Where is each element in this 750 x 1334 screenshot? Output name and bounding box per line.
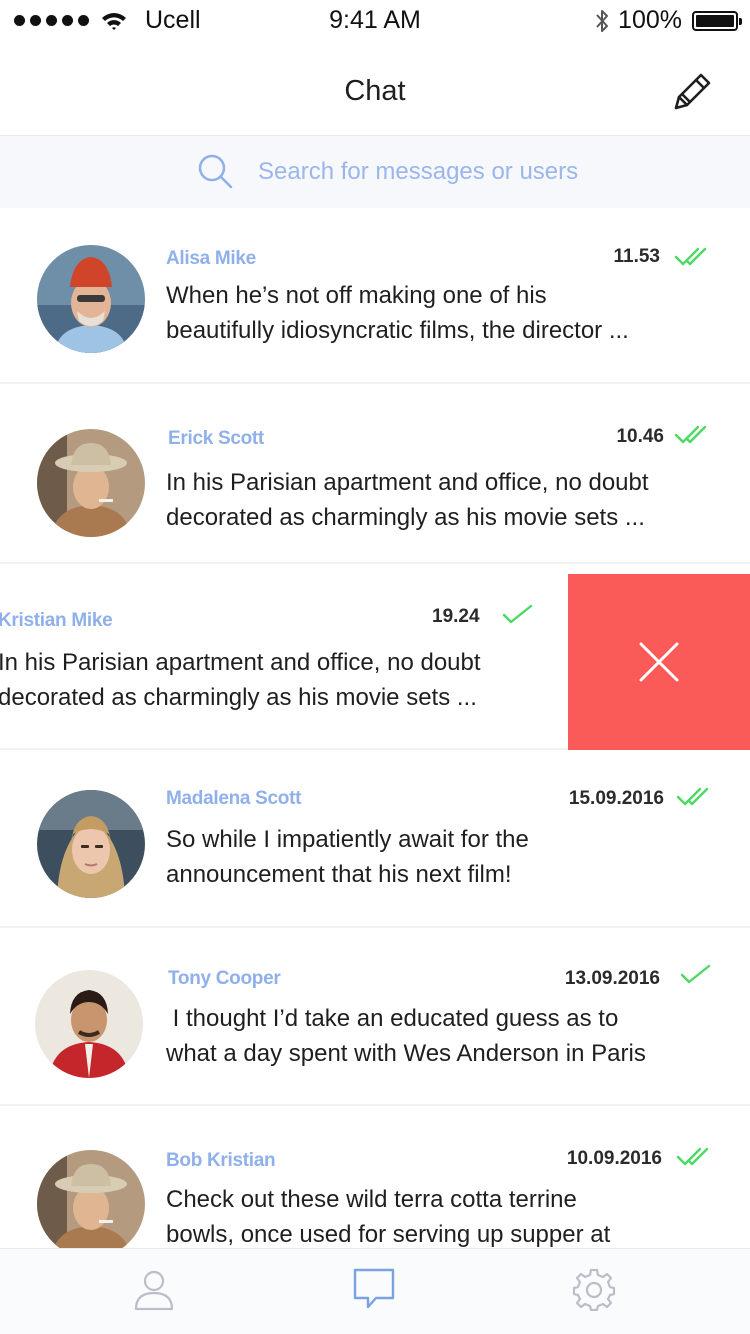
message-line: what a day spent with Wes Anderson in Pa… xyxy=(166,1040,646,1067)
message-line: decorated as charmingly as his movie set… xyxy=(166,504,645,531)
battery-percentage: 100% xyxy=(618,6,682,34)
message-line: So while I impatiently await for the xyxy=(166,826,529,853)
battery-icon xyxy=(692,10,742,31)
message-line: beautifully idiosyncratic films, the dir… xyxy=(166,317,629,344)
tab-bar xyxy=(0,1248,750,1334)
message-line: In his Parisian apartment and office, no… xyxy=(0,649,481,676)
bluetooth-icon xyxy=(596,9,609,32)
contact-name: Madalena Scott xyxy=(166,788,302,809)
message-time: 15.09.2016 xyxy=(568,788,664,809)
message-time: 10.09.2016 xyxy=(566,1148,662,1169)
avatar xyxy=(37,1150,145,1248)
delete-chat-button[interactable] xyxy=(568,574,750,750)
message-line: bowls, once used for serving up supper a… xyxy=(166,1221,611,1248)
chat-list: Alisa Mike 11.53 When he’s not off makin… xyxy=(0,208,750,1248)
single-check-icon xyxy=(502,604,533,624)
chat-item-madalena-scott[interactable]: Madalena Scott 15.09.2016 So while I imp… xyxy=(0,752,750,928)
message-line: announcement that his next film! xyxy=(166,861,512,888)
message-time: 10.46 xyxy=(616,426,664,447)
chat-item-alisa-mike[interactable]: Alisa Mike 11.53 When he’s not off makin… xyxy=(0,208,750,384)
message-line: In his Parisian apartment and office, no… xyxy=(166,469,649,496)
search-input[interactable] xyxy=(258,156,658,188)
swiped-row[interactable]: Kristian Mike 19.24 In his Parisian apar… xyxy=(0,574,568,750)
status-right: 100% xyxy=(594,6,742,35)
message-time: 13.09.2016 xyxy=(564,968,660,989)
avatar xyxy=(37,245,145,353)
chat-item-erick-scott[interactable]: Erick Scott 10.46 In his Parisian apartm… xyxy=(0,388,750,564)
single-check-icon xyxy=(680,964,711,984)
message-time: 19.24 xyxy=(432,606,480,627)
chat-item-bob-kristian[interactable]: Bob Kristian 10.09.2016 Check out these … xyxy=(0,1110,750,1248)
chat-icon[interactable] xyxy=(352,1267,396,1311)
message-preview: Check out these wild terra cotta terrine… xyxy=(166,1182,686,1248)
contact-name: Bob Kristian xyxy=(166,1150,276,1171)
message-line: decorated as charmingly as his movie set… xyxy=(0,684,477,711)
status-bar: Ucell 9:41 AM 100% xyxy=(0,0,750,40)
contact-name: Tony Cooper xyxy=(168,968,281,989)
message-time: 11.53 xyxy=(613,246,661,267)
message-line: I thought I’d take an educated guess as … xyxy=(166,1005,619,1032)
message-preview: When he’s not off making one of his beau… xyxy=(166,278,686,348)
contact-name: Alisa Mike xyxy=(166,248,256,269)
search-bar xyxy=(0,136,750,208)
profile-icon[interactable] xyxy=(132,1267,176,1311)
chat-item-kristian-mike-swiped[interactable]: Kristian Mike 19.24 In his Parisian apar… xyxy=(0,574,750,750)
chat-item-tony-cooper[interactable]: Tony Cooper 13.09.2016 I thought I’d tak… xyxy=(0,930,750,1106)
nav-bar: Chat xyxy=(0,40,750,136)
contact-name: Kristian Mike xyxy=(0,610,113,631)
message-line: Check out these wild terra cotta terrine xyxy=(166,1186,577,1213)
message-preview: So while I impatiently await for the ann… xyxy=(166,822,686,892)
page-title: Chat xyxy=(344,75,406,107)
close-icon xyxy=(639,642,679,682)
contact-name: Erick Scott xyxy=(168,428,264,449)
avatar xyxy=(35,970,143,1078)
avatar xyxy=(37,429,145,537)
compose-pencil-icon[interactable] xyxy=(670,70,714,114)
avatar xyxy=(37,790,145,898)
search-icon xyxy=(198,154,233,189)
double-check-icon xyxy=(674,425,707,444)
message-preview: I thought I’d take an educated guess as … xyxy=(166,1001,726,1071)
double-check-icon xyxy=(676,787,709,806)
message-line: When he’s not off making one of his xyxy=(166,282,547,309)
double-check-icon xyxy=(674,247,707,266)
double-check-icon xyxy=(676,1147,709,1166)
message-preview: In his Parisian apartment and office, no… xyxy=(0,645,558,715)
settings-icon[interactable] xyxy=(572,1267,616,1311)
message-preview: In his Parisian apartment and office, no… xyxy=(166,465,706,535)
